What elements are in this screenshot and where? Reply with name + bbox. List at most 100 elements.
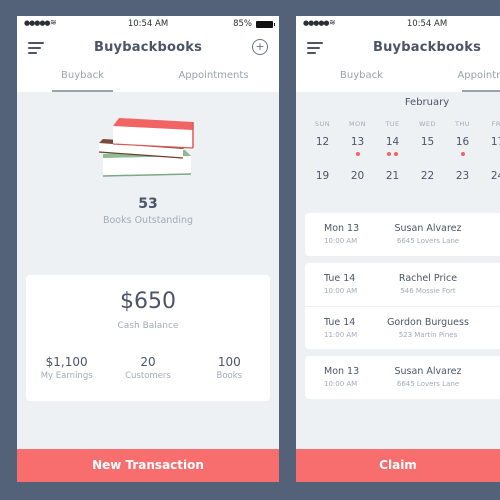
buyback-screen: ●●●●● ≋ 10:54 AM 85% Buybackbooks + Buyb…: [17, 16, 279, 482]
calendar-day[interactable]: 24: [480, 170, 500, 204]
appointment-item[interactable]: Tue 14 10:00 AM Rachel Price 546 Mossie For…: [305, 263, 500, 306]
battery-icon: [256, 21, 275, 28]
calendar-weeks: 1213141516171819202122232425: [305, 136, 500, 204]
weekday-label: THU: [454, 120, 471, 128]
appointment-day: Mon 13: [324, 223, 360, 234]
app-title: Buybackbooks: [372, 40, 482, 55]
nav-bar: Buybackbooks +: [296, 32, 500, 64]
tab-appointments[interactable]: Appointments: [427, 64, 500, 92]
stat-label: Books: [216, 371, 243, 381]
stat-label: My Earnings: [40, 371, 93, 381]
calendar-week-row: 12131415161718: [305, 136, 500, 170]
tab-bar: Buyback Appointments: [17, 64, 279, 92]
calendar-day-number: 23: [455, 170, 470, 182]
calendar-day[interactable]: 21: [375, 170, 410, 204]
appointments-screen: ●●●●● ≋ 10:54 AM 85% Buybackbooks + Buyb…: [296, 16, 500, 482]
weekday-header-row: SUNMONTUEWEDTHUFRISAT: [305, 120, 500, 136]
appointment-time: 10:00 AM: [324, 287, 358, 295]
calendar-day[interactable]: 15: [410, 136, 445, 170]
calendar-day-number: 20: [350, 170, 365, 182]
appointment-item[interactable]: Mon 13 10:00 AM Susan Alvarez 6645 Lovers L…: [305, 213, 500, 256]
weekday-label: TUE: [385, 120, 400, 128]
nav-bar: Buybackbooks +: [17, 32, 279, 64]
appointment-time: 10:00 AM: [324, 237, 358, 245]
event-dot: [355, 152, 360, 156]
calendar-day-number: 14: [385, 136, 400, 148]
calendar-grid: SUNMONTUEWEDTHUFRISAT 121314151617181920…: [305, 120, 500, 204]
calendar-day[interactable]: 17: [480, 136, 500, 170]
stat-earnings: $1,100 My Earnings: [26, 355, 107, 381]
book-red: [112, 118, 194, 149]
calendar-day[interactable]: 19: [305, 170, 340, 204]
books-stack-illustration: [99, 118, 194, 177]
customer-address: 6645 Lovers Lane: [396, 237, 460, 245]
calendar-day[interactable]: 23: [445, 170, 480, 204]
event-dot: [387, 152, 391, 156]
event-dot: [394, 152, 398, 156]
stat-value: 100: [217, 355, 241, 369]
weekday-label: FRI: [491, 120, 500, 128]
stat-customers: 20 Customers: [107, 355, 188, 381]
calendar-day[interactable]: 16: [445, 136, 480, 170]
status-time: 10:54 AM: [406, 19, 448, 29]
tab-buyback[interactable]: Buyback: [17, 64, 148, 92]
appointment-item[interactable]: Tue 14 11:00 AM Gordon Burguess 523 Martin …: [305, 306, 500, 349]
calendar-day-number: 22: [420, 170, 435, 182]
weekday-label: SUN: [314, 120, 331, 128]
app-title: Buybackbooks: [93, 40, 203, 55]
claim-button[interactable]: Claim: [296, 449, 500, 482]
customer-name: Susan Alvarez: [394, 223, 462, 234]
calendar-day-number: 24: [490, 170, 500, 182]
calendar-day-number: 13: [350, 136, 365, 148]
plus-circle-icon: +: [255, 40, 265, 53]
calendar-day-number: 15: [420, 136, 435, 148]
calendar-day-number: 17: [490, 136, 500, 148]
customer-name: Gordon Burguess: [387, 317, 469, 328]
customer-address: 523 Martin Pines: [398, 331, 458, 339]
cash-balance-label: Cash Balance: [117, 321, 179, 331]
stats-row: $1,100 My Earnings 20 Customers 100 Book…: [26, 355, 270, 381]
books-outstanding-count: 53: [138, 196, 158, 212]
stat-label: Customers: [125, 371, 171, 381]
calendar-month: February: [404, 97, 450, 108]
calendar-day-number: 21: [385, 170, 400, 182]
calendar-day[interactable]: 20: [340, 170, 375, 204]
customer-address: 546 Mossie Fort: [400, 287, 456, 295]
stat-value: $1,100: [45, 355, 88, 369]
appointment-card: Mon 13 10:00 AM Susan Alvarez 6645 Lovers L…: [305, 356, 500, 399]
battery-percent: 85%: [233, 19, 252, 29]
add-button[interactable]: +: [252, 39, 268, 55]
appointment-item[interactable]: Mon 13 10:00 AM Susan Alvarez 6645 Lovers L…: [305, 356, 500, 399]
calendar-day[interactable]: 13: [340, 136, 375, 170]
event-indicators: [375, 151, 410, 156]
balance-card: $650 Cash Balance $1,100 My Earnings 20 …: [26, 275, 270, 401]
customer-name: Susan Alvarez: [394, 366, 462, 377]
calendar-day-number: 12: [315, 136, 330, 148]
cash-balance-amount: $650: [120, 289, 176, 314]
weekday-label: MON: [348, 120, 367, 128]
event-indicators: [445, 151, 480, 156]
weekday-label: WED: [418, 120, 437, 128]
status-bar: ●●●●● ≋ 10:54 AM 85%: [296, 16, 500, 32]
tab-appointments[interactable]: Appointments: [148, 64, 279, 92]
customer-address: 6645 Lovers Lane: [396, 380, 460, 388]
event-dot: [460, 152, 465, 156]
calendar-day[interactable]: 14: [375, 136, 410, 170]
appointment-day: Mon 13: [324, 366, 360, 377]
event-indicators: [340, 151, 375, 156]
calendar-day-number: 16: [455, 136, 470, 148]
appointment-card: Tue 14 10:00 AM Rachel Price 546 Mossie For…: [305, 263, 500, 349]
appointment-card: Mon 13 10:00 AM Susan Alvarez 6645 Lovers L…: [305, 213, 500, 256]
calendar-day[interactable]: 22: [410, 170, 445, 204]
appointment-day: Tue 14: [324, 317, 356, 328]
calendar-week-row: 19202122232425: [305, 170, 500, 204]
books-outstanding-label: Books Outstanding: [102, 215, 194, 226]
appointment-time: 10:00 AM: [324, 380, 358, 388]
tab-buyback[interactable]: Buyback: [296, 64, 427, 92]
status-bar: ●●●●● ≋ 10:54 AM 85%: [17, 16, 279, 32]
appointment-time: 11:00 AM: [324, 331, 358, 339]
appointment-day: Tue 14: [324, 273, 356, 284]
calendar-day-number: 19: [315, 170, 330, 182]
calendar-day[interactable]: 12: [305, 136, 340, 170]
new-transaction-button[interactable]: New Transaction: [17, 449, 279, 482]
